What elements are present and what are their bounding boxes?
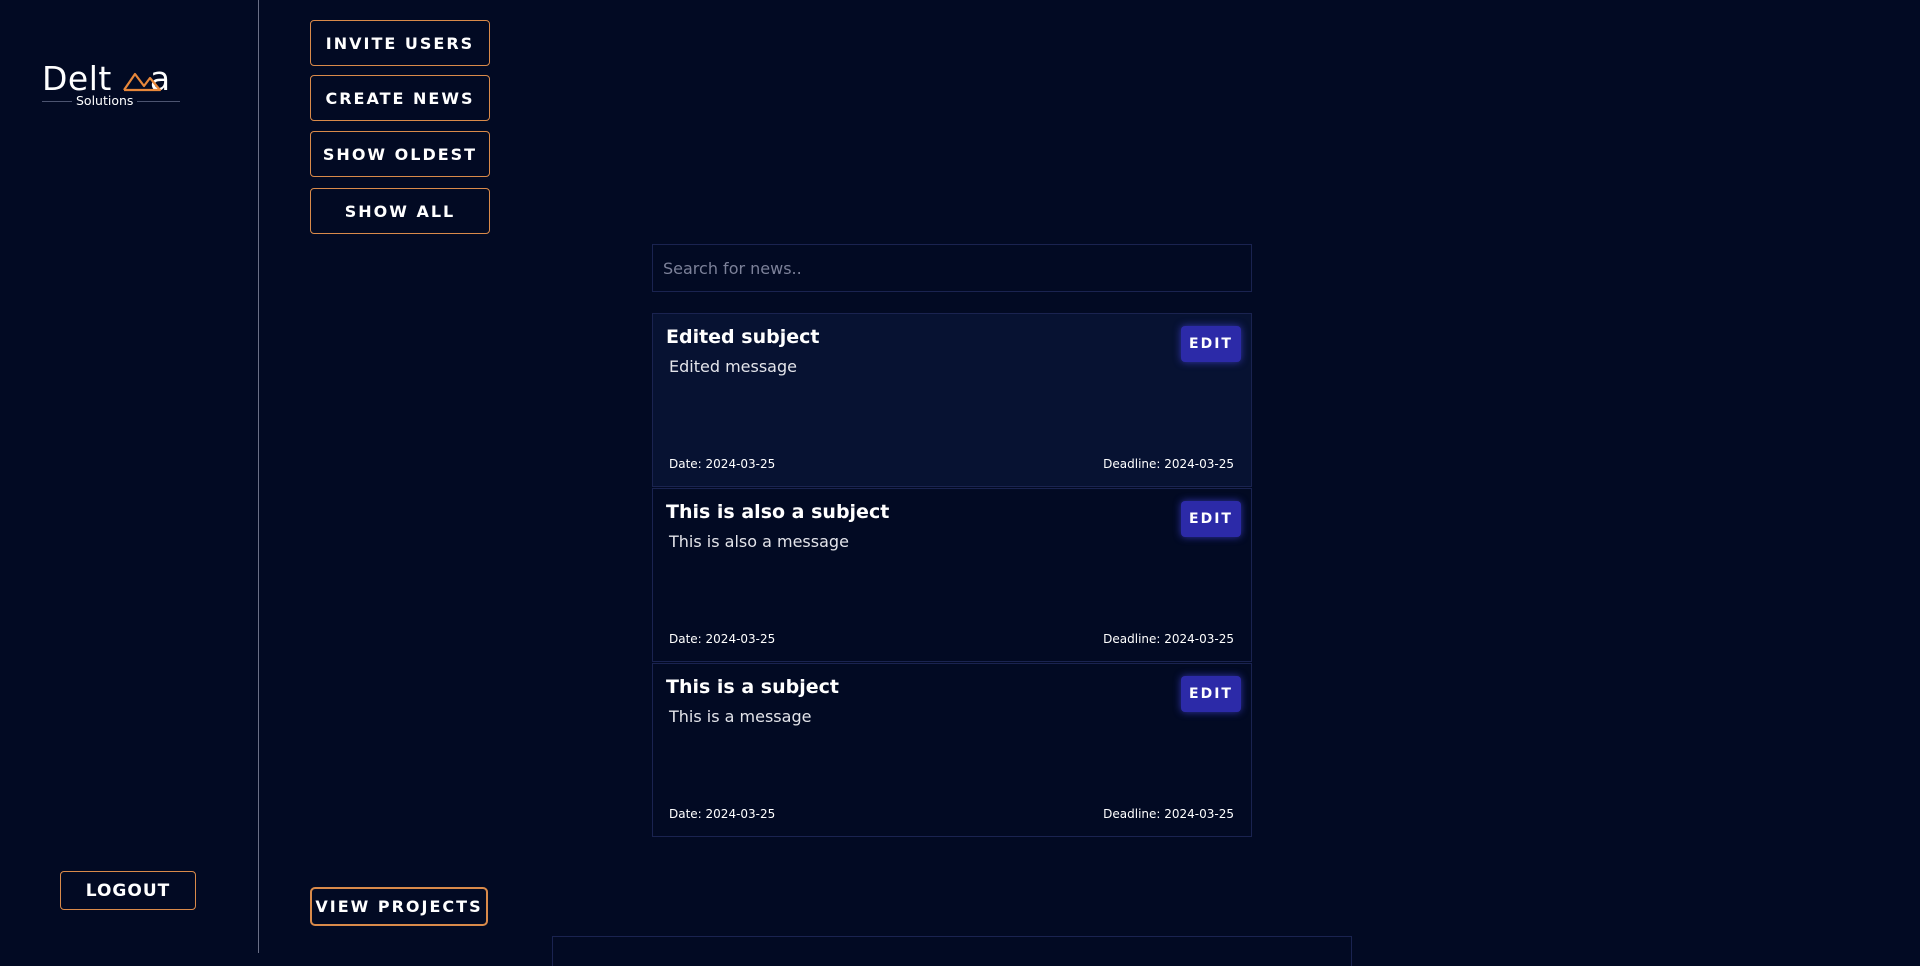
news-message: This is a message [669, 707, 812, 726]
news-search-input[interactable] [652, 244, 1252, 292]
logout-button[interactable]: LOGOUT [60, 871, 196, 910]
edit-news-button[interactable]: EDIT [1181, 326, 1241, 362]
show-oldest-button[interactable]: SHOW OLDEST [310, 131, 490, 177]
news-message: This is also a message [669, 532, 849, 551]
view-projects-button[interactable]: VIEW PROJECTS [310, 887, 488, 926]
news-card: This is also a subject This is also a me… [652, 488, 1252, 662]
show-all-button[interactable]: SHOW ALL [310, 188, 490, 234]
news-card: Edited subject Edited message EDIT Date:… [652, 313, 1252, 487]
projects-panel [552, 936, 1352, 966]
news-deadline: Deadline: 2024-03-25 [1103, 632, 1234, 646]
brand-logo: Delt a Solutions [42, 62, 182, 110]
news-deadline: Deadline: 2024-03-25 [1103, 457, 1234, 471]
create-news-button[interactable]: CREATE NEWS [310, 75, 490, 121]
news-date: Date: 2024-03-25 [669, 632, 776, 646]
invite-users-button[interactable]: INVITE USERS [310, 20, 490, 66]
news-subject: Edited subject [666, 326, 820, 348]
news-deadline: Deadline: 2024-03-25 [1103, 807, 1234, 821]
news-card: This is a subject This is a message EDIT… [652, 663, 1252, 837]
news-subject: This is also a subject [666, 501, 890, 523]
edit-news-button[interactable]: EDIT [1181, 501, 1241, 537]
news-message: Edited message [669, 357, 797, 376]
news-date: Date: 2024-03-25 [669, 457, 776, 471]
news-subject: This is a subject [666, 676, 839, 698]
edit-news-button[interactable]: EDIT [1181, 676, 1241, 712]
sidebar: Delt a Solutions LOGOUT [0, 0, 259, 953]
news-date: Date: 2024-03-25 [669, 807, 776, 821]
brand-subtitle: Solutions [72, 94, 138, 108]
mountain-logo-icon [123, 72, 162, 92]
